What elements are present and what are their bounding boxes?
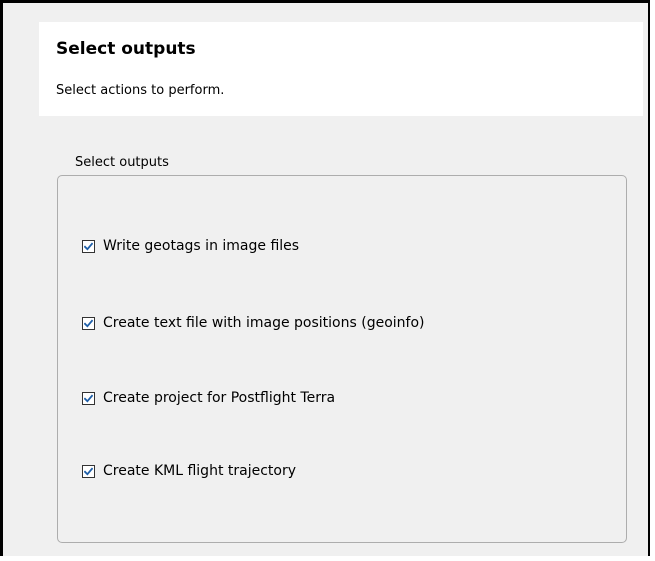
- create-terra-project-label: Create project for Postflight Terra: [103, 390, 336, 406]
- page-title: Select outputs: [56, 39, 196, 59]
- checkmark-icon: [84, 394, 93, 403]
- create-geoinfo-option[interactable]: Create text file with image positions (g…: [82, 313, 424, 333]
- create-kml-label: Create KML flight trajectory: [103, 463, 297, 479]
- write-geotags-checkbox[interactable]: [82, 239, 95, 253]
- checkmark-icon: [84, 242, 93, 251]
- wizard-page: Select outputs Select actions to perform…: [0, 0, 650, 556]
- create-geoinfo-label: Create text file with image positions (g…: [103, 315, 425, 331]
- outputs-group-title: Select outputs: [75, 155, 169, 170]
- write-geotags-option[interactable]: Write geotags in image files: [82, 236, 299, 256]
- create-geoinfo-checkbox[interactable]: [82, 316, 95, 330]
- create-kml-option[interactable]: Create KML flight trajectory: [82, 461, 296, 481]
- create-kml-checkbox[interactable]: [82, 464, 95, 478]
- wizard-header: Select outputs Select actions to perform…: [39, 22, 643, 116]
- checkmark-icon: [84, 319, 93, 328]
- checkmark-icon: [84, 467, 93, 476]
- outputs-group-box: Write geotags in image files Create text…: [57, 175, 627, 543]
- create-terra-project-option[interactable]: Create project for Postflight Terra: [82, 388, 335, 408]
- create-terra-project-checkbox[interactable]: [82, 391, 95, 405]
- write-geotags-label: Write geotags in image files: [103, 238, 300, 254]
- page-subtitle: Select actions to perform.: [56, 83, 225, 98]
